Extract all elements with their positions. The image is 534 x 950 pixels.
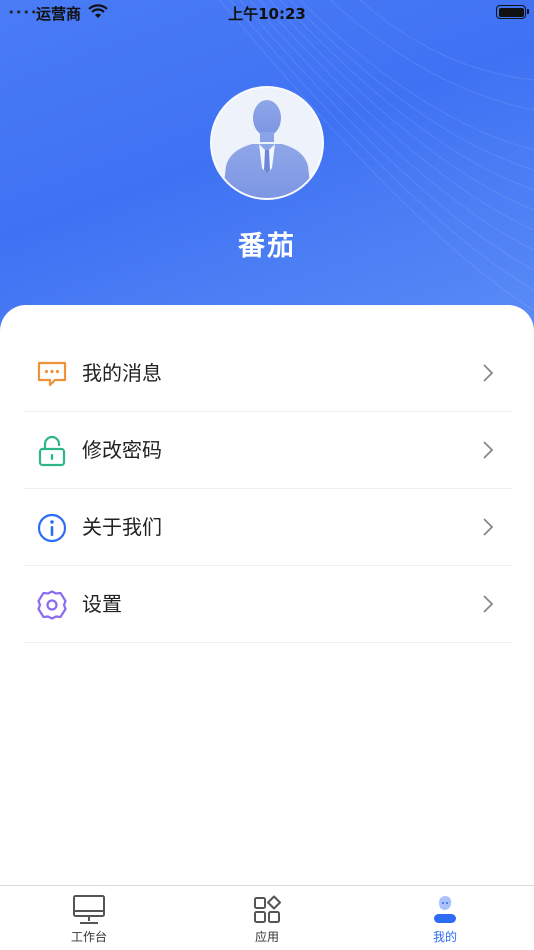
chevron-right-icon xyxy=(483,364,494,382)
tab-label: 我的 xyxy=(432,930,457,944)
menu-item-about-us[interactable]: 关于我们 xyxy=(24,489,512,566)
menu-item-change-password[interactable]: 修改密码 xyxy=(24,412,512,489)
profile-icon xyxy=(434,896,456,923)
profile-header: •••• 运营商 上午10:23 番茄 xyxy=(0,0,534,340)
status-bar: •••• 运营商 上午10:23 xyxy=(0,0,534,26)
menu-item-settings[interactable]: 设置 xyxy=(24,566,512,643)
tab-label: 应用 xyxy=(254,930,279,944)
status-time: 上午10:23 xyxy=(228,5,306,23)
apps-grid-icon xyxy=(254,895,281,923)
person-silhouette-icon xyxy=(222,100,312,198)
info-icon xyxy=(37,513,67,543)
message-icon xyxy=(37,361,67,387)
menu-item-messages[interactable]: 我的消息 xyxy=(24,335,512,412)
chevron-right-icon xyxy=(483,518,494,536)
desktop-icon xyxy=(73,895,105,924)
chevron-right-icon xyxy=(483,595,494,613)
user-name: 番茄 xyxy=(238,231,296,262)
menu-list: 我的消息 修改密码 关于我们 设置 xyxy=(24,335,512,643)
menu-item-label: 我的消息 xyxy=(82,361,162,385)
battery-icon xyxy=(496,5,529,19)
tab-workbench[interactable]: 工作台 xyxy=(0,886,178,950)
tab-label: 工作台 xyxy=(70,930,107,944)
avatar[interactable] xyxy=(210,86,324,200)
lock-icon xyxy=(38,435,66,467)
menu-item-label: 设置 xyxy=(82,592,122,616)
chevron-right-icon xyxy=(483,441,494,459)
menu-item-label: 修改密码 xyxy=(82,438,162,462)
menu-item-label: 关于我们 xyxy=(82,515,162,539)
menu-card: 我的消息 修改密码 关于我们 设置 xyxy=(0,305,534,905)
settings-gear-icon xyxy=(37,590,67,620)
tab-apps[interactable]: 应用 xyxy=(178,886,356,950)
tab-bar: 工作台 应用 我的 xyxy=(0,885,534,950)
tab-mine[interactable]: 我的 xyxy=(356,886,534,950)
